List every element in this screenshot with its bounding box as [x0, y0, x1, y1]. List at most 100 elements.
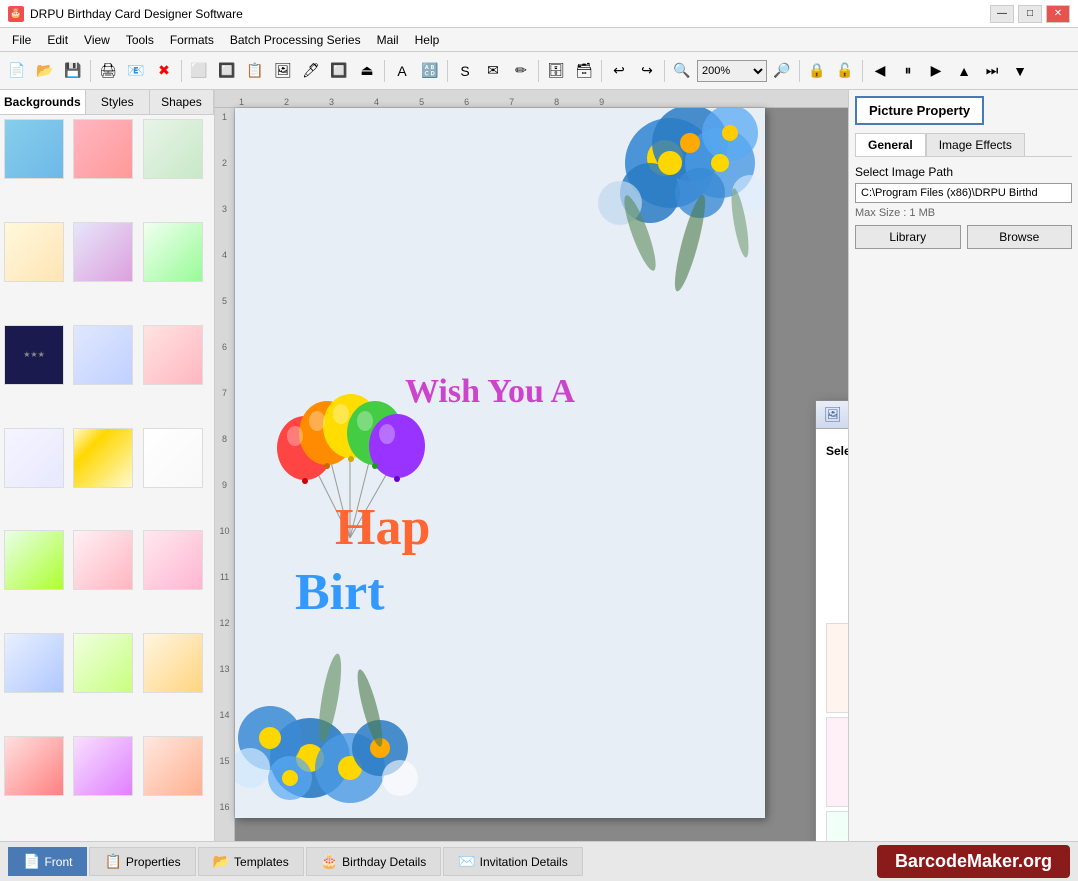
tb-btn-9[interactable]: 🔲	[326, 58, 352, 84]
max-size-label: Max Size : 1 MB	[855, 207, 1072, 219]
library-button[interactable]: Library	[855, 225, 961, 249]
templates-tab-label: Templates	[234, 855, 289, 869]
prev-btn[interactable]: ◀	[867, 58, 893, 84]
tb-btn-14[interactable]: ✉	[480, 58, 506, 84]
tb-btn-7[interactable]: 🖼	[270, 58, 296, 84]
tb-btn-19[interactable]: ↪	[634, 58, 660, 84]
thumb-item-16[interactable]	[4, 633, 64, 693]
thumb-item-5[interactable]	[73, 222, 133, 282]
thumb-item-2[interactable]	[73, 119, 133, 179]
ruler-horizontal: 1 2 3 4 5 6 7 8 9	[215, 90, 848, 108]
menu-edit[interactable]: Edit	[39, 31, 76, 49]
birthday-details-tab-icon: 🎂	[321, 853, 338, 870]
tb-btn-8[interactable]: 🖊	[298, 58, 324, 84]
tb-btn-17[interactable]: 🗃	[571, 58, 597, 84]
toolbar-separator-4	[447, 60, 448, 82]
tb-btn-12[interactable]: 🔠	[417, 58, 443, 84]
tab-shapes[interactable]: Shapes	[150, 90, 214, 114]
tb-btn-2[interactable]: 📧	[123, 58, 149, 84]
menu-batch-processing[interactable]: Batch Processing Series	[222, 31, 369, 49]
open-button[interactable]: 📂	[32, 58, 58, 84]
tb-seq-1[interactable]: ⏭	[979, 58, 1005, 84]
zoom-out-btn[interactable]: 🔍	[669, 58, 695, 84]
front-tab-icon: 📄	[23, 853, 40, 870]
tb-btn-18[interactable]: ↩	[606, 58, 632, 84]
thumb-item-19[interactable]	[4, 736, 64, 796]
thumb-item-6[interactable]	[143, 222, 203, 282]
ruler-h-inner: 1 2 3 4 5 6 7 8 9	[215, 90, 848, 107]
close-button[interactable]: ✕	[1046, 5, 1070, 23]
tab-styles[interactable]: Styles	[86, 90, 150, 114]
thumb-item-4[interactable]	[4, 222, 64, 282]
tb-btn-6[interactable]: 📋	[242, 58, 268, 84]
thumb-item-13[interactable]	[4, 530, 64, 590]
thumb-item-9[interactable]	[143, 325, 203, 385]
tb-down-btn[interactable]: ▼	[1007, 58, 1033, 84]
canvas-area: 1 2 3 4 5 6 7 8 9 1 2 3 4 5 6 7 8 9	[215, 90, 848, 841]
thumb-item-18[interactable]	[143, 633, 203, 693]
thumb-item-20[interactable]	[73, 736, 133, 796]
card-text-wish: Wish You A	[405, 373, 575, 411]
thumb-item-3[interactable]	[143, 119, 203, 179]
templates-tab-icon: 📂	[213, 853, 230, 870]
thumb-item-12[interactable]	[143, 428, 203, 488]
thumb-item-7[interactable]: ★★★	[4, 325, 64, 385]
save-button[interactable]: 💾	[60, 58, 86, 84]
thumb-item-14[interactable]	[73, 530, 133, 590]
bottom-tab-invitation-details[interactable]: ✉️ Invitation Details	[443, 847, 582, 876]
menu-formats[interactable]: Formats	[162, 31, 222, 49]
thumb-item-8[interactable]	[73, 325, 133, 385]
library-image-grid: Happy BirthdayTo You!	[826, 623, 848, 841]
right-panel: Picture Property General Image Effects S…	[848, 90, 1078, 841]
tb-btn-13[interactable]: S	[452, 58, 478, 84]
tb-btn-10[interactable]: ⏏	[354, 58, 380, 84]
menu-help[interactable]: Help	[407, 31, 448, 49]
lock-btn[interactable]: 🔒	[804, 58, 830, 84]
menu-tools[interactable]: Tools	[118, 31, 162, 49]
menu-mail[interactable]: Mail	[369, 31, 407, 49]
bottom-tab-front[interactable]: 📄 Front	[8, 847, 87, 876]
zoom-control: 200% 50% 75% 100% 150% 300%	[697, 60, 767, 82]
tb-btn-16[interactable]: 🗄	[543, 58, 569, 84]
app-title: DRPU Birthday Card Designer Software	[30, 7, 243, 21]
tb-vert-1[interactable]: ⏸	[895, 58, 921, 84]
lib-img-7[interactable]	[826, 811, 848, 841]
thumb-item-17[interactable]	[73, 633, 133, 693]
unlock-btn[interactable]: 🔓	[832, 58, 858, 84]
menu-file[interactable]: File	[4, 31, 39, 49]
lib-img-4[interactable]	[826, 717, 848, 807]
tab-image-effects[interactable]: Image Effects	[926, 133, 1025, 156]
tb-btn-15[interactable]: ✏	[508, 58, 534, 84]
barcode-brand: BarcodeMaker.org	[877, 845, 1070, 878]
select-image-path-label: Select Image Path	[855, 165, 1072, 179]
next-btn[interactable]: ▶	[923, 58, 949, 84]
image-path-input[interactable]	[855, 183, 1072, 203]
picture-property-button[interactable]: Picture Property	[855, 96, 984, 125]
tb-btn-4[interactable]: ⬜	[186, 58, 212, 84]
lib-img-1[interactable]	[826, 623, 848, 713]
thumb-item-21[interactable]	[143, 736, 203, 796]
browse-button[interactable]: Browse	[967, 225, 1073, 249]
category-select-row: Select Category : Balloons and Gifts Cak…	[826, 439, 848, 463]
zoom-select[interactable]: 200% 50% 75% 100% 150% 300%	[697, 60, 767, 82]
menu-view[interactable]: View	[76, 31, 118, 49]
tab-general[interactable]: General	[855, 133, 926, 156]
thumb-item-1[interactable]	[4, 119, 64, 179]
tb-btn-3[interactable]: ✖	[151, 58, 177, 84]
thumb-item-11[interactable]	[73, 428, 133, 488]
tb-btn-1[interactable]: 🖨	[95, 58, 121, 84]
zoom-in-btn[interactable]: 🔎	[769, 58, 795, 84]
minimize-button[interactable]: —	[990, 5, 1014, 23]
bottom-tab-birthday-details[interactable]: 🎂 Birthday Details	[306, 847, 441, 876]
new-button[interactable]: 📄	[4, 58, 30, 84]
tb-up-btn[interactable]: ▲	[951, 58, 977, 84]
tb-btn-5[interactable]: 🔲	[214, 58, 240, 84]
tab-backgrounds[interactable]: Backgrounds	[0, 90, 86, 114]
tb-btn-11[interactable]: A	[389, 58, 415, 84]
thumb-item-10[interactable]	[4, 428, 64, 488]
bottom-tab-templates[interactable]: 📂 Templates	[198, 847, 304, 876]
thumb-item-15[interactable]	[143, 530, 203, 590]
window-controls: — □ ✕	[990, 5, 1070, 23]
bottom-tab-properties[interactable]: 📋 Properties	[89, 847, 195, 876]
maximize-button[interactable]: □	[1018, 5, 1042, 23]
